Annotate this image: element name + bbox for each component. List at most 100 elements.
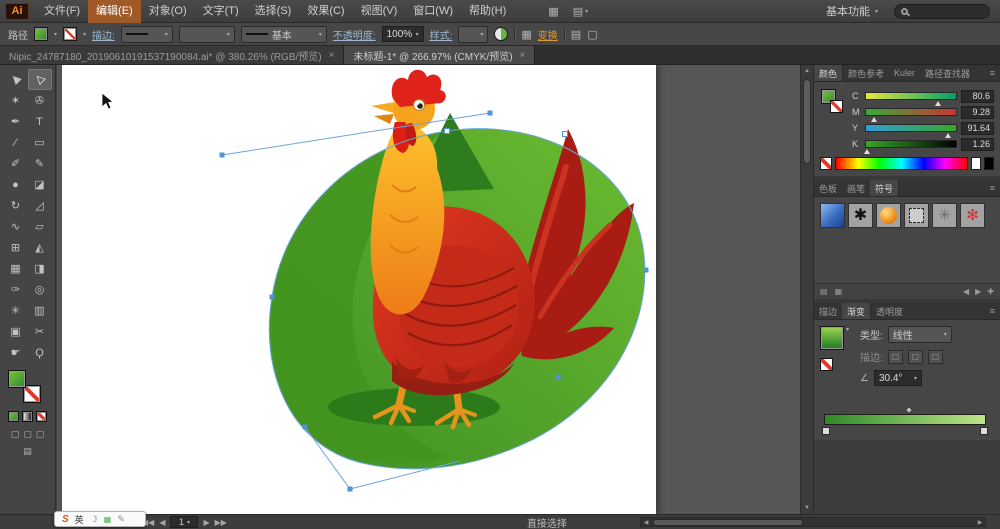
tab-color[interactable]: 颜色 xyxy=(814,65,844,81)
next-artboard-button[interactable]: ▶ xyxy=(203,518,209,527)
scale-tool[interactable]: ◿ xyxy=(28,195,52,216)
direct-selection-tool[interactable]: ▷ xyxy=(27,69,52,90)
zoom-tool[interactable]: Ϙ xyxy=(28,342,52,363)
isolate-selection-icon[interactable]: ▢ xyxy=(587,28,597,41)
blob-brush-tool[interactable]: ● xyxy=(4,174,28,195)
menu-effect[interactable]: 效果(C) xyxy=(299,0,352,23)
opacity-link[interactable]: 不透明度: xyxy=(333,27,376,42)
menu-select[interactable]: 选择(S) xyxy=(247,0,300,23)
mesh-tool[interactable]: ▦ xyxy=(4,258,28,279)
tab-color-guide[interactable]: 颜色参考 xyxy=(843,65,889,81)
eyedropper-tool[interactable]: ✑ xyxy=(4,279,28,300)
tab-symbols[interactable]: 符号 xyxy=(870,180,900,196)
color-stroke-chip[interactable] xyxy=(830,100,843,113)
scroll-right-icon[interactable]: ▶ xyxy=(975,519,985,526)
last-artboard-button[interactable]: ▶▶ xyxy=(215,518,227,527)
cyan-slider-thumb[interactable] xyxy=(935,101,942,106)
rotate-tool[interactable]: ↻ xyxy=(4,195,28,216)
variable-width-select[interactable]: ▾ xyxy=(178,25,235,43)
keyboard-icon[interactable]: ▦ xyxy=(104,515,112,524)
arrange-documents-icon[interactable]: ▤ ▾ xyxy=(573,5,588,18)
horizontal-scroll-thumb[interactable] xyxy=(653,518,803,526)
document-setup-icon[interactable]: ▦ xyxy=(521,28,531,41)
yellow-slider-thumb[interactable] xyxy=(944,133,951,138)
hand-tool[interactable]: ☛ xyxy=(4,342,28,363)
menu-object[interactable]: 对象(O) xyxy=(141,0,195,23)
draw-inside-icon[interactable]: ▢ xyxy=(36,429,45,440)
artboard-number-field[interactable]: 1 ▾ xyxy=(170,516,199,528)
gradient-angle-field[interactable]: 30.4° ▾ xyxy=(873,370,922,386)
tab-kuler[interactable]: Kuler xyxy=(889,65,920,81)
tab-pathfinder[interactable]: 路径查找器 xyxy=(920,65,975,81)
artboard-tool[interactable]: ▣ xyxy=(4,321,28,342)
black-slider-thumb[interactable] xyxy=(863,149,870,154)
stroke-link[interactable]: 描边: xyxy=(92,27,115,42)
style-select[interactable]: ▾ xyxy=(458,25,489,43)
document-tab-2[interactable]: 未标题-1* @ 266.97% (CMYK/预览) × xyxy=(344,46,536,64)
handwriting-icon[interactable]: ✎ xyxy=(117,514,125,525)
screen-mode-button[interactable]: ▤ xyxy=(0,446,55,457)
line-segment-tool[interactable]: ∕ xyxy=(4,132,28,153)
gradient-stop-left[interactable] xyxy=(822,427,830,435)
workspace-switcher[interactable]: 基本功能 ▾ xyxy=(826,3,878,19)
tab-gradient[interactable]: 渐变 xyxy=(842,303,872,319)
new-symbol-icon[interactable]: ✚ xyxy=(987,287,994,296)
magenta-slider-thumb[interactable] xyxy=(870,117,877,122)
scroll-right-icon[interactable]: ▶ xyxy=(975,287,981,296)
banner-symbol[interactable] xyxy=(820,203,845,228)
scroll-left-icon[interactable]: ◀ xyxy=(963,287,969,296)
menu-type[interactable]: 文字(T) xyxy=(195,0,247,23)
free-transform-tool[interactable]: ▱ xyxy=(28,216,52,237)
menu-view[interactable]: 视图(V) xyxy=(353,0,406,23)
fill-caret-icon[interactable]: ▾ xyxy=(54,31,57,38)
black-value-field[interactable]: 1.26 xyxy=(961,137,994,151)
search-input[interactable] xyxy=(913,5,983,17)
gradient-slider[interactable] xyxy=(822,405,990,436)
horizontal-scrollbar[interactable]: ◀ ▶ xyxy=(640,517,986,527)
panel-menu-icon[interactable]: ≡ xyxy=(990,306,1000,316)
color-spectrum-bar[interactable] xyxy=(835,157,968,170)
ink-splat-symbol[interactable]: ✱ xyxy=(848,203,873,228)
canvas-area[interactable] xyxy=(57,65,800,514)
pen-tool[interactable]: ✒ xyxy=(4,111,28,132)
gradient-none-swatch[interactable] xyxy=(820,358,833,371)
menu-help[interactable]: 帮助(H) xyxy=(461,0,514,23)
ime-toolbar[interactable]: S 英 ☽ ▦ ✎ xyxy=(54,511,146,527)
panel-menu-icon[interactable]: ≡ xyxy=(990,68,1000,78)
column-graph-tool[interactable]: ▥ xyxy=(28,300,52,321)
menu-edit[interactable]: 编辑(E) xyxy=(88,0,141,23)
color-button[interactable] xyxy=(8,411,19,422)
tab-transparency[interactable]: 透明度 xyxy=(871,303,908,319)
pencil-tool[interactable]: ✎ xyxy=(28,153,52,174)
shape-builder-tool[interactable]: ⊞ xyxy=(4,237,28,258)
paintbrush-tool[interactable]: ✐ xyxy=(4,153,28,174)
red-flower-symbol[interactable]: ✻ xyxy=(960,203,985,228)
align-objects-icon[interactable]: ▤ xyxy=(571,28,581,41)
dashed-frame-symbol[interactable] xyxy=(904,203,929,228)
scroll-down-icon[interactable]: ▼ xyxy=(801,505,813,511)
tab-brushes[interactable]: 画笔 xyxy=(842,180,870,196)
menu-file[interactable]: 文件(F) xyxy=(36,0,88,23)
tab-swatches[interactable]: 色板 xyxy=(814,180,842,196)
prev-artboard-button[interactable]: ◀ xyxy=(159,518,165,527)
transform-link[interactable]: 变换 xyxy=(538,27,558,42)
gear-symbol[interactable]: ✳ xyxy=(932,203,957,228)
magenta-slider[interactable] xyxy=(865,108,957,122)
bridge-icon[interactable]: ▦ xyxy=(548,5,558,18)
rectangle-tool[interactable]: ▭ xyxy=(28,132,52,153)
search-box[interactable] xyxy=(894,3,990,19)
symbol-sprayer-tool[interactable]: ✳ xyxy=(4,300,28,321)
document-tab-1[interactable]: Nipic_24787180_20190610191537190084.ai* … xyxy=(0,46,345,64)
gradient-button[interactable] xyxy=(22,411,33,422)
tab-stroke[interactable]: 描边 xyxy=(814,303,842,319)
caret-down-icon[interactable]: ▾ xyxy=(846,326,849,333)
gradient-stop-right[interactable] xyxy=(980,427,988,435)
gradient-tool[interactable]: ◨ xyxy=(28,258,52,279)
cyan-slider[interactable] xyxy=(865,92,957,106)
scroll-up-icon[interactable]: ▲ xyxy=(801,68,813,74)
app-logo[interactable]: Ai xyxy=(5,2,29,20)
stroke-color-swatch[interactable] xyxy=(63,27,78,41)
yellow-value-field[interactable]: 91.64 xyxy=(961,121,994,135)
gradient-midpoint-handle[interactable] xyxy=(904,405,914,415)
close-icon[interactable]: × xyxy=(520,50,526,61)
